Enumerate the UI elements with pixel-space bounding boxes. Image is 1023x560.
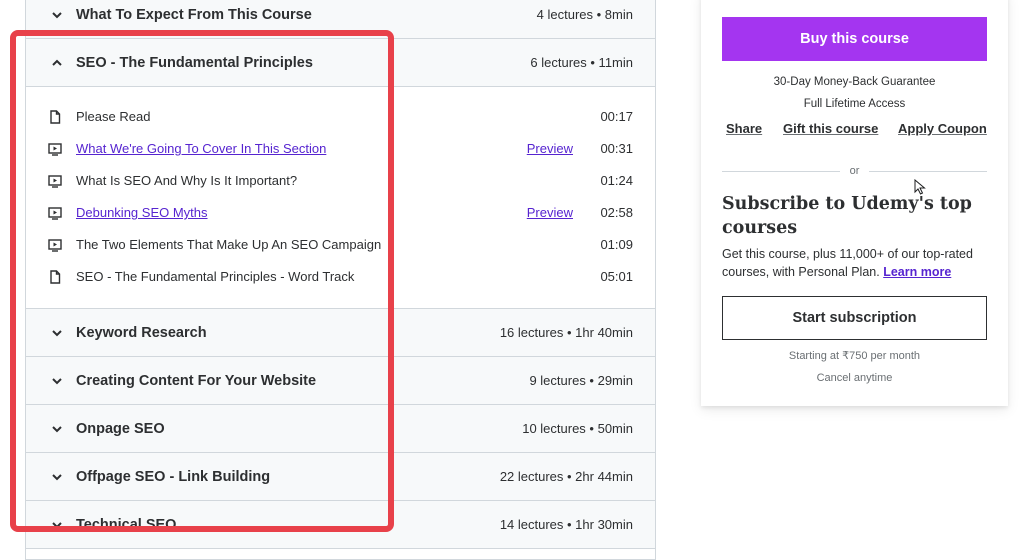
share-actions: Share Gift this course Apply Coupon (701, 121, 1008, 141)
section-title: What To Expect From This Course (76, 7, 312, 23)
money-back-guarantee: 30-Day Money-Back Guarantee (773, 76, 936, 88)
section-meta: 22 lectures • 2hr 44min (499, 469, 633, 484)
or-divider: or (722, 165, 987, 179)
chevron-down-icon (50, 470, 64, 484)
buy-course-button[interactable]: Buy this course (722, 17, 987, 61)
section-header[interactable]: Onpage SEO 10 lectures • 50min (26, 405, 655, 453)
start-subscription-button[interactable]: Start subscription (722, 296, 987, 340)
lecture-item: SEO - The Fundamental Principles - Word … (26, 261, 655, 293)
chevron-down-icon (50, 518, 64, 532)
mouse-cursor-icon (914, 179, 926, 195)
subscribe-heading: Subscribe to Udemy's top courses (722, 194, 972, 238)
lecture-item: What Is SEO And Why Is It Important? 01:… (26, 165, 655, 197)
subscription-price: Starting at ₹750 per month (788, 350, 921, 362)
course-curriculum: What To Expect From This Course 4 lectur… (25, 0, 656, 560)
document-icon (48, 110, 62, 124)
section-title: Technical SEO (76, 517, 177, 533)
lecture-title-link[interactable]: Debunking SEO Myths (76, 197, 208, 229)
purchase-card: Buy this course 30-Day Money-Back Guaran… (701, 0, 1008, 406)
section-meta: 9 lectures • 29min (529, 373, 633, 388)
cancel-anytime-note: Cancel anytime (816, 372, 893, 384)
section-title: SEO - The Fundamental Principles (76, 55, 313, 71)
lecture-duration: 01:09 (600, 237, 633, 252)
lecture-item: The Two Elements That Make Up An SEO Cam… (26, 229, 655, 261)
lecture-item: Debunking SEO Myths Preview 02:58 (26, 197, 655, 229)
share-button[interactable]: Share (726, 121, 762, 136)
lecture-list: Please Read 00:17 What We're Going To Co… (26, 87, 655, 309)
section-meta: 14 lectures • 1hr 30min (499, 517, 633, 532)
section-title: Keyword Research (76, 325, 207, 341)
lecture-duration: 05:01 (600, 269, 633, 284)
section-header-expanded[interactable]: SEO - The Fundamental Principles 6 lectu… (26, 39, 655, 87)
lecture-title: Please Read (76, 109, 151, 124)
section-header[interactable]: Offpage SEO - Link Building 22 lectures … (26, 453, 655, 501)
lecture-duration: 02:58 (600, 205, 633, 220)
section-meta: 4 lectures • 8min (536, 7, 633, 22)
lecture-title: The Two Elements That Make Up An SEO Cam… (76, 237, 382, 252)
section-meta: 16 lectures • 1hr 40min (499, 325, 633, 340)
video-icon (48, 238, 62, 252)
lecture-title: SEO - The Fundamental Principles - Word … (76, 269, 355, 284)
chevron-up-icon (50, 56, 64, 70)
section-header[interactable]: Creating Content For Your Website 9 lect… (26, 357, 655, 405)
lifetime-access: Full Lifetime Access (803, 98, 906, 110)
chevron-down-icon (50, 326, 64, 340)
video-icon (48, 206, 62, 220)
document-icon (48, 270, 62, 284)
lecture-duration: 00:31 (600, 141, 633, 156)
section-title: Creating Content For Your Website (76, 373, 317, 389)
preview-link[interactable]: Preview (527, 197, 573, 229)
lecture-item: What We're Going To Cover In This Sectio… (26, 133, 655, 165)
subscribe-description: Get this course, plus 11,000+ of our top… (722, 246, 990, 281)
chevron-down-icon (50, 422, 64, 436)
lecture-duration: 01:24 (600, 173, 633, 188)
section-title: Offpage SEO - Link Building (76, 469, 271, 485)
section-meta: 10 lectures • 50min (522, 421, 633, 436)
section-header[interactable]: What To Expect From This Course 4 lectur… (26, 0, 655, 39)
apply-coupon-button[interactable]: Apply Coupon (898, 121, 987, 136)
preview-link[interactable]: Preview (527, 133, 573, 165)
lecture-item: Please Read 00:17 (26, 101, 655, 133)
divider-line (869, 171, 987, 172)
section-header[interactable]: Keyword Research 16 lectures • 1hr 40min (26, 309, 655, 357)
lecture-title-link[interactable]: What We're Going To Cover In This Sectio… (76, 133, 326, 165)
learn-more-link[interactable]: Learn more (883, 265, 951, 279)
section-meta: 6 lectures • 11min (530, 55, 633, 70)
video-icon (48, 174, 62, 188)
chevron-down-icon (50, 8, 64, 22)
section-header[interactable]: Technical SEO 14 lectures • 1hr 30min (26, 501, 655, 549)
chevron-down-icon (50, 374, 64, 388)
video-icon (48, 142, 62, 156)
section-title: Onpage SEO (76, 421, 165, 437)
gift-course-button[interactable]: Gift this course (783, 121, 878, 136)
lecture-duration: 00:17 (600, 109, 633, 124)
lecture-title: What Is SEO And Why Is It Important? (76, 173, 298, 188)
